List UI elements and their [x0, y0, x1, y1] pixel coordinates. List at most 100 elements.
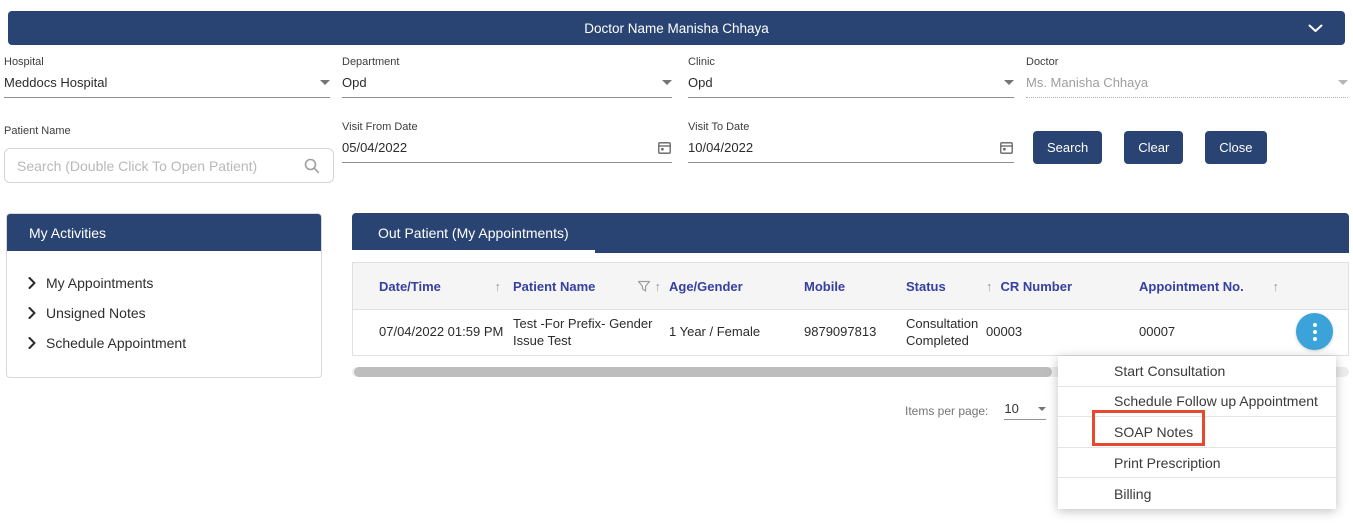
visit-from-input[interactable]: 05/04/2022 [342, 140, 672, 163]
dropdown-arrow-icon [1004, 80, 1014, 85]
items-per-page-value: 10 [1004, 401, 1019, 416]
my-activities-panel: My Activities My Appointments Unsigned N… [6, 213, 322, 378]
sort-up-icon: ↑ [986, 278, 993, 294]
calendar-icon[interactable] [999, 140, 1014, 155]
clinic-select[interactable]: Opd [688, 75, 1014, 98]
column-label: Patient Name [513, 278, 596, 294]
chevron-right-icon [28, 307, 36, 319]
appointments-tab-bar: Out Patient (My Appointments) [352, 213, 1349, 253]
patient-search-box [4, 148, 334, 183]
hospital-select[interactable]: Meddocs Hospital [4, 75, 330, 98]
column-label: Status [906, 278, 946, 294]
cell-status: Consultation Completed [906, 316, 979, 348]
column-header-patient-name[interactable]: Patient Name ↑ [513, 279, 669, 294]
search-button[interactable]: Search [1033, 131, 1103, 164]
column-header-mobile[interactable]: Mobile [804, 279, 906, 294]
column-header-cr-number[interactable]: ↑ CR Number [986, 279, 1139, 294]
items-per-page-select[interactable]: 10 [1004, 401, 1047, 420]
department-value: Opd [342, 75, 367, 90]
filter-buttons: Search Clear Close [1033, 131, 1267, 164]
doctor-value: Ms. Manisha Chhaya [1026, 75, 1149, 90]
patient-name-label: Patient Name [4, 125, 71, 137]
paginator: Items per page: 10 [905, 401, 1047, 420]
sidebar-item-label: Schedule Appointment [46, 335, 187, 351]
dropdown-arrow-icon [1038, 406, 1047, 411]
column-label: CR Number [1000, 278, 1073, 294]
hospital-label: Hospital [4, 56, 44, 68]
filter-funnel-icon[interactable] [637, 280, 651, 293]
menu-item-schedule-follow-up-appointment[interactable]: Schedule Follow up Appointment [1058, 386, 1336, 418]
clinic-label: Clinic [688, 56, 715, 68]
sort-up-icon: ↑ [494, 278, 502, 294]
patient-name-field: Patient Name [4, 125, 71, 137]
cell-patient-name: Test -For Prefix- Gender Issue Test [513, 316, 653, 348]
menu-item-billing[interactable]: Billing [1058, 478, 1336, 509]
active-tab-underline [352, 250, 595, 253]
menu-item-print-prescription[interactable]: Print Prescription [1058, 447, 1336, 479]
tab-label: Out Patient (My Appointments) [378, 225, 569, 241]
visit-to-value: 10/04/2022 [688, 140, 754, 155]
doctor-select-disabled: Ms. Manisha Chhaya [1026, 75, 1348, 98]
cell-date-time: 07/04/2022 01:59 PM [379, 324, 504, 340]
calendar-icon[interactable] [657, 140, 672, 155]
column-label: Mobile [804, 278, 846, 294]
column-label: Appointment No. [1139, 278, 1244, 294]
clinic-field: Clinic Opd [688, 56, 1014, 98]
doctor-label: Doctor [1026, 56, 1059, 68]
visit-from-value: 05/04/2022 [342, 140, 408, 155]
visit-from-label: Visit From Date [342, 121, 418, 133]
sidebar-item-label: My Appointments [46, 275, 154, 291]
row-actions-menu: Start Consultation Schedule Follow up Ap… [1058, 356, 1336, 509]
sort-up-icon: ↑ [654, 278, 662, 294]
clear-button[interactable]: Clear [1124, 131, 1184, 164]
table-header-row: Date/Time ↑ Patient Name ↑ Age/Gender Mo… [353, 263, 1348, 310]
my-activities-list: My Appointments Unsigned Notes Schedule … [7, 251, 321, 377]
patient-search-input[interactable] [17, 157, 303, 174]
department-field: Department Opd [342, 56, 672, 98]
doctor-header-title: Doctor Name Manisha Chhaya [584, 20, 769, 36]
my-activities-title: My Activities [7, 214, 321, 251]
dropdown-arrow-icon [1338, 80, 1348, 85]
department-label: Department [342, 56, 400, 68]
dropdown-arrow-icon [662, 80, 672, 85]
appointments-table: Date/Time ↑ Patient Name ↑ Age/Gender Mo… [352, 262, 1349, 356]
cell-cr-number: 00003 [986, 324, 1023, 340]
horizontal-scrollbar-thumb[interactable] [354, 367, 1052, 377]
table-row[interactable]: 07/04/2022 01:59 PM Test -For Prefix- Ge… [353, 310, 1348, 355]
items-per-page-label: Items per page: [905, 404, 989, 418]
search-icon[interactable] [303, 157, 321, 175]
hospital-value: Meddocs Hospital [4, 75, 108, 90]
opd-appointments-screen: Doctor Name Manisha Chhaya Hospital Medd… [0, 0, 1353, 528]
sort-up-icon: ↑ [1272, 278, 1280, 294]
column-header-appointment-no[interactable]: Appointment No. ↑ [1139, 279, 1299, 294]
doctor-field: Doctor Ms. Manisha Chhaya [1026, 56, 1348, 98]
chevron-down-icon[interactable] [1308, 24, 1323, 33]
sidebar-item-unsigned-notes[interactable]: Unsigned Notes [7, 298, 321, 328]
visit-to-label: Visit To Date [688, 121, 750, 133]
column-header-date-time[interactable]: Date/Time ↑ [379, 279, 513, 294]
sidebar-item-label: Unsigned Notes [46, 305, 146, 321]
sidebar-item-my-appointments[interactable]: My Appointments [7, 268, 321, 298]
doctor-header-bar: Doctor Name Manisha Chhaya [8, 11, 1345, 45]
column-header-age-gender[interactable]: Age/Gender [669, 279, 804, 294]
hospital-field: Hospital Meddocs Hospital [4, 56, 330, 98]
sidebar-item-schedule-appointment[interactable]: Schedule Appointment [7, 328, 321, 358]
menu-item-start-consultation[interactable]: Start Consultation [1058, 356, 1336, 387]
cell-mobile: 9879097813 [804, 324, 877, 340]
department-select[interactable]: Opd [342, 75, 672, 98]
row-actions-kebab-button[interactable] [1296, 313, 1333, 350]
column-label: Age/Gender [669, 278, 743, 294]
close-button[interactable]: Close [1205, 131, 1267, 164]
visit-to-input[interactable]: 10/04/2022 [688, 140, 1014, 163]
visit-from-field: Visit From Date 05/04/2022 [342, 121, 672, 163]
tab-out-patient-my-appointments[interactable]: Out Patient (My Appointments) [352, 213, 595, 253]
clinic-value: Opd [688, 75, 713, 90]
menu-item-soap-notes[interactable]: SOAP Notes [1058, 417, 1336, 448]
chevron-right-icon [28, 337, 36, 349]
column-header-status[interactable]: Status [906, 279, 986, 294]
visit-to-field: Visit To Date 10/04/2022 [688, 121, 1014, 163]
cell-age-gender: 1 Year / Female [669, 324, 761, 340]
cell-appointment-no: 00007 [1139, 324, 1176, 340]
chevron-right-icon [28, 277, 36, 289]
column-label: Date/Time [379, 278, 441, 294]
